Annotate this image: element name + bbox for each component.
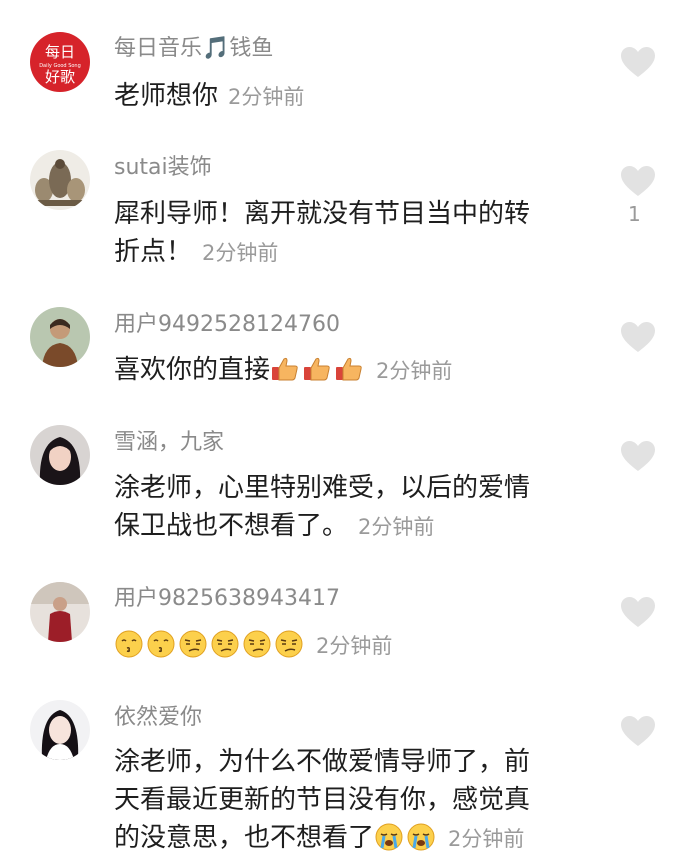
thumbs-up-icon <box>304 357 330 381</box>
comment-list: 每日 Daily Good Song 好歌 每日音乐🎵钱鱼 老师想你 2分钟前 s… <box>0 0 684 853</box>
username[interactable]: 雪涵，九家 <box>114 428 224 458</box>
avatar[interactable] <box>30 307 90 367</box>
heart-icon <box>621 47 655 77</box>
like-button[interactable] <box>620 440 656 472</box>
avatar[interactable]: 每日 Daily Good Song 好歌 <box>30 32 90 92</box>
username[interactable]: 依然爱你 <box>114 703 202 733</box>
thumbs-up-icon <box>336 357 362 381</box>
comment-body: 老师想你 <box>114 81 219 111</box>
like-button[interactable] <box>620 321 656 353</box>
comment-line: 折点！ <box>114 237 193 267</box>
comment-line: 保卫战也不想看了。 <box>114 511 349 541</box>
comment-text: 犀利导师！离开就没有节目当中的转 折点！ 2分钟前 <box>114 195 584 272</box>
avatar-label-top: 每日 <box>45 43 75 61</box>
crying-face-icon <box>407 823 435 851</box>
heart-icon <box>621 716 655 746</box>
kissing-face-icon <box>115 630 143 658</box>
crying-face-icon <box>375 823 403 851</box>
like-button[interactable] <box>620 596 656 628</box>
timestamp: 2分钟前 <box>448 827 525 851</box>
username[interactable]: 用户9825638943417 <box>114 584 340 614</box>
heart-icon <box>621 322 655 352</box>
like-button[interactable] <box>620 46 656 78</box>
username[interactable]: 每日音乐🎵钱鱼 <box>114 34 273 64</box>
comment-text: 涂老师，为什么不做爱情导师了，前 天看最近更新的节目没有你，感觉真 的没意思，也… <box>114 743 584 853</box>
comment-text: 老师想你 2分钟前 <box>114 77 584 116</box>
avatar[interactable] <box>30 425 90 485</box>
smirk-face-icon <box>243 630 271 658</box>
thumbs-up-icon <box>272 357 298 381</box>
smirk-face-icon <box>275 630 303 658</box>
comment-text: 2分钟前 <box>114 626 584 665</box>
avatar-label-bottom: 好歌 <box>45 68 75 86</box>
comment-line: 涂老师，为什么不做爱情导师了，前 <box>114 747 531 777</box>
comment-body: 喜欢你的直接 <box>114 355 271 385</box>
timestamp: 2分钟前 <box>316 634 393 658</box>
comment-line: 的没意思，也不想看了 <box>114 823 375 853</box>
comment-text: 涂老师，心里特别难受，以后的爱情 保卫战也不想看了。 2分钟前 <box>114 469 584 546</box>
timestamp: 2分钟前 <box>358 515 435 539</box>
smirk-face-icon <box>211 630 239 658</box>
comment-line: 天看最近更新的节目没有你，感觉真 <box>114 785 531 815</box>
comment-text: 喜欢你的直接 2分钟前 <box>114 351 584 390</box>
comment-line: 涂老师，心里特别难受，以后的爱情 <box>114 473 531 503</box>
avatar[interactable] <box>30 582 90 642</box>
heart-icon <box>621 597 655 627</box>
heart-icon <box>621 166 655 196</box>
timestamp: 2分钟前 <box>202 241 279 265</box>
like-count: 1 <box>628 202 641 226</box>
kissing-face-icon <box>147 630 175 658</box>
timestamp: 2分钟前 <box>376 359 453 383</box>
smirk-face-icon <box>179 630 207 658</box>
like-button[interactable] <box>620 165 656 197</box>
timestamp: 2分钟前 <box>228 85 305 109</box>
comment-line: 犀利导师！离开就没有节目当中的转 <box>114 199 531 229</box>
username[interactable]: 用户9492528124760 <box>114 310 340 340</box>
heart-icon <box>621 441 655 471</box>
like-button[interactable] <box>620 715 656 747</box>
username[interactable]: sutai装饰 <box>114 153 212 183</box>
avatar[interactable] <box>30 700 90 760</box>
avatar[interactable] <box>30 150 90 210</box>
